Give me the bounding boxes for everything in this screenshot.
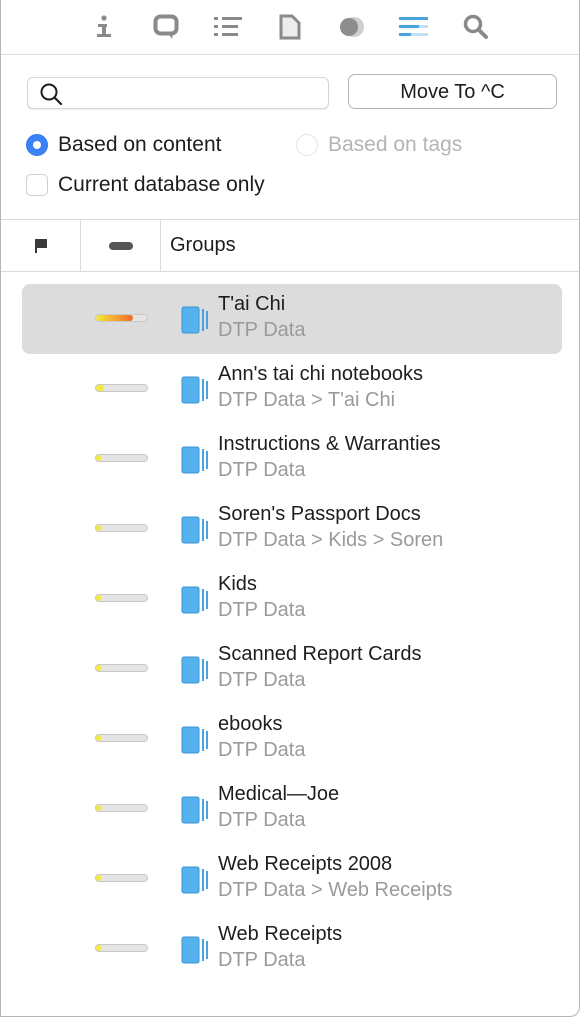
- based-on-tags-option[interactable]: Based on tags: [296, 132, 462, 158]
- based-on-tags-label: Based on tags: [328, 133, 463, 156]
- score-bar: [95, 384, 148, 392]
- group-title: Kids: [218, 573, 257, 595]
- flag-icon: [34, 238, 47, 253]
- group-icon: [181, 446, 208, 474]
- score-bar-fill: [96, 525, 102, 531]
- group-path: DTP Data: [218, 949, 306, 971]
- group-icon: [181, 516, 208, 544]
- group-path: DTP Data: [218, 809, 306, 831]
- score-bar-fill: [96, 945, 102, 951]
- info-icon: [97, 15, 111, 37]
- group-icon: [181, 586, 208, 614]
- group-title: ebooks: [218, 713, 283, 735]
- search-tab[interactable]: [445, 7, 507, 47]
- based-on-content-radio[interactable]: [26, 134, 48, 156]
- current-database-only-checkbox[interactable]: [26, 174, 48, 196]
- group-title: Medical—Joe: [218, 783, 340, 805]
- group-icon: [181, 656, 208, 684]
- search-field[interactable]: [27, 77, 329, 109]
- group-path: DTP Data: [218, 739, 306, 761]
- score-bar-fill: [96, 385, 104, 391]
- list-icon: [214, 17, 242, 36]
- score-column-header[interactable]: [81, 220, 161, 271]
- group-row[interactable]: T'ai Chi DTP Data: [22, 284, 562, 354]
- group-path: DTP Data: [218, 459, 306, 481]
- score-bar: [95, 664, 148, 672]
- group-title: Ann's tai chi notebooks: [218, 363, 424, 385]
- score-icon: [108, 241, 133, 250]
- group-icon: [181, 866, 208, 894]
- score-bar: [95, 594, 148, 602]
- based-on-content-label: Based on content: [58, 133, 222, 156]
- score-bar-fill: [96, 315, 133, 321]
- group-row[interactable]: Kids DTP Data: [22, 564, 562, 634]
- group-row[interactable]: Soren's Passport Docs DTP Data > Kids > …: [22, 494, 562, 564]
- group-title: Web Receipts: [218, 923, 343, 945]
- group-title: T'ai Chi: [218, 293, 286, 315]
- info-tab[interactable]: [73, 7, 135, 47]
- group-path: DTP Data: [218, 599, 306, 621]
- group-icon: [181, 726, 208, 754]
- current-database-only-label: Current database only: [58, 173, 265, 196]
- group-icon: [181, 936, 208, 964]
- toc-tab[interactable]: [197, 7, 259, 47]
- group-row[interactable]: Web Receipts 2008 DTP Data > Web Receipt…: [22, 844, 562, 914]
- group-row[interactable]: Medical—Joe DTP Data: [22, 774, 562, 844]
- see-also-icon: [399, 17, 428, 36]
- current-database-only-option[interactable]: Current database only: [26, 172, 265, 198]
- groups-column-header[interactable]: Groups: [170, 220, 236, 271]
- group-path: DTP Data > Web Receipts: [218, 879, 453, 901]
- concordance-icon: [340, 17, 364, 37]
- score-bar-fill: [96, 805, 102, 811]
- based-on-tags-radio[interactable]: [296, 134, 318, 156]
- table-header: Groups: [1, 219, 579, 272]
- group-row[interactable]: Web Receipts DTP Data: [22, 914, 562, 984]
- score-bar-fill: [96, 455, 102, 461]
- document-tab[interactable]: [259, 7, 321, 47]
- group-icon: [181, 306, 208, 334]
- search-icon: [463, 14, 488, 39]
- concordance-tab[interactable]: [321, 7, 383, 47]
- group-path: DTP Data: [218, 319, 306, 341]
- group-row[interactable]: ebooks DTP Data: [22, 704, 562, 774]
- annotation-icon: [153, 14, 179, 39]
- score-bar: [95, 804, 148, 812]
- group-path: DTP Data > T'ai Chi: [218, 389, 396, 411]
- group-title: Instructions & Warranties: [218, 433, 441, 455]
- group-path: DTP Data: [218, 669, 306, 691]
- flag-column-header[interactable]: [1, 220, 81, 271]
- annotations-tab[interactable]: [135, 7, 197, 47]
- score-bar-fill: [96, 875, 102, 881]
- group-title: Scanned Report Cards: [218, 643, 422, 665]
- group-row[interactable]: Scanned Report Cards DTP Data: [22, 634, 562, 704]
- group-title: Soren's Passport Docs: [218, 503, 421, 525]
- score-bar-fill: [96, 595, 102, 601]
- inspector-toolbar: [1, 0, 579, 55]
- score-bar: [95, 734, 148, 742]
- score-bar-fill: [96, 735, 102, 741]
- score-bar: [95, 874, 148, 882]
- group-row[interactable]: Ann's tai chi notebooks DTP Data > T'ai …: [22, 354, 562, 424]
- score-bar-fill: [96, 665, 102, 671]
- score-bar: [95, 524, 148, 532]
- group-row[interactable]: Instructions & Warranties DTP Data: [22, 424, 562, 494]
- based-on-content-option[interactable]: Based on content: [26, 132, 221, 158]
- search-icon: [40, 83, 63, 106]
- move-to-button[interactable]: Move To ^C: [348, 74, 557, 109]
- score-bar: [95, 454, 148, 462]
- score-bar: [95, 314, 148, 322]
- group-title: Web Receipts 2008: [218, 853, 393, 875]
- group-icon: [181, 376, 208, 404]
- score-bar: [95, 944, 148, 952]
- search-input[interactable]: [74, 82, 323, 106]
- document-icon: [279, 14, 301, 40]
- group-path: DTP Data > Kids > Soren: [218, 529, 444, 551]
- group-icon: [181, 796, 208, 824]
- see-also-panel: Move To ^C Based on content Based on tag…: [0, 0, 580, 1017]
- see-also-tab[interactable]: [383, 7, 445, 47]
